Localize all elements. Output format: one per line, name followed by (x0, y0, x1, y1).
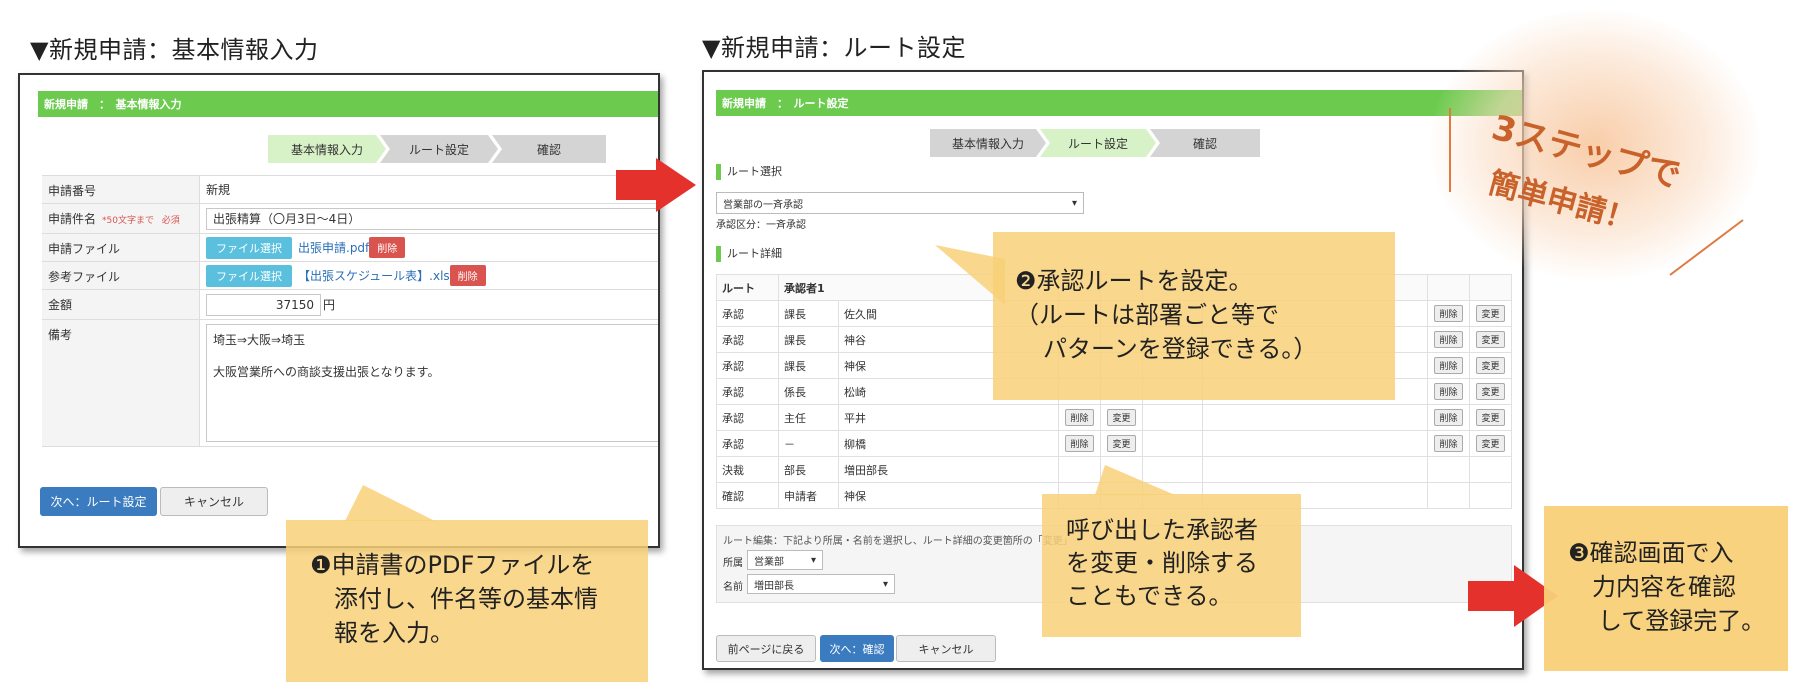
step-confirm: 確認 (492, 135, 606, 163)
amount-input[interactable]: 37150 (206, 293, 321, 316)
route-edit-note: ルート編集：下記より所属・名前を選択し、ルート詳細の変更箇所の「変更」 (723, 536, 1073, 547)
row-ref-file: 参考ファイル ファイル選択 【出張スケジュール表】.xls 削除 (42, 261, 658, 289)
file-delete-button[interactable]: 削除 (369, 237, 406, 258)
name-label: 名前 (723, 582, 743, 593)
ref-file-link[interactable]: 【出張スケジュール表】.xls (298, 267, 450, 284)
row-subject: 申請件名 *50文字まで 必須 出張精算（〇月3日〜4日） (42, 203, 658, 233)
note-2: ❷承認ルートを設定。 （ルートは部署ごと等で パターンを登録できる。） (993, 232, 1395, 400)
memo-line-1: 埼玉⇒大阪⇒埼玉 (213, 333, 306, 347)
dropdown-caret-icon: ▾ (1071, 197, 1077, 209)
note-4-number: ❸ (1568, 539, 1590, 567)
step-route: ルート設定 (380, 135, 498, 163)
note-3-pointer (1095, 465, 1175, 495)
next-route-button[interactable]: 次へ：ルート設定 (40, 487, 157, 516)
dept-select[interactable]: 営業部 ▾ (747, 550, 823, 570)
dropdown-caret-icon: ▾ (882, 578, 888, 590)
route-select-dropdown[interactable]: 営業部の一斉承認 ▾ (716, 192, 1084, 214)
row-file: 申請ファイル ファイル選択 出張申請.pdf 削除 (42, 233, 658, 261)
change-button[interactable]: 変更 (1476, 383, 1505, 400)
arrow-right-icon (616, 158, 696, 212)
note-4: ❸確認画面で入 力内容を確認 して登録完了。 (1544, 506, 1788, 671)
table-row: 承認 主任 平井 削除 変更 削除 変更 (716, 404, 1512, 431)
delete-button[interactable]: 削除 (1434, 357, 1463, 374)
change-button[interactable]: 変更 (1107, 409, 1136, 426)
delete-button[interactable]: 削除 (1434, 383, 1463, 400)
route-select-heading: ルート選択 (716, 164, 782, 180)
label-application-no: 申請番号 (42, 176, 200, 203)
delete-button[interactable]: 削除 (1065, 409, 1094, 426)
ref-file-delete-button[interactable]: 削除 (449, 265, 486, 286)
dept-label: 所属 (723, 558, 743, 569)
cancel-button[interactable]: キャンセル (160, 487, 268, 516)
step-route: ルート設定 (1040, 129, 1156, 157)
row-application-no: 申請番号 新規 (42, 175, 658, 203)
label-file: 申請ファイル (42, 234, 200, 261)
label-subject: 申請件名 (48, 212, 97, 226)
file-link[interactable]: 出張申請.pdf (298, 239, 369, 256)
delete-button[interactable]: 削除 (1065, 435, 1094, 452)
change-button[interactable]: 変更 (1476, 409, 1505, 426)
route-panel-header: 新規申請 ： ルート設定 (716, 90, 1522, 116)
change-button[interactable]: 変更 (1476, 331, 1505, 348)
name-select[interactable]: 増田部長 ▾ (747, 574, 895, 594)
delete-button[interactable]: 削除 (1434, 435, 1463, 452)
right-section-title: ▼新規申請：ルート設定 (702, 34, 966, 62)
ref-file-select-button[interactable]: ファイル選択 (206, 264, 292, 287)
next-confirm-button[interactable]: 次へ：確認 (820, 635, 894, 662)
note-1-number: ❶ (310, 551, 332, 579)
change-button[interactable]: 変更 (1476, 435, 1505, 452)
label-amount: 金額 (42, 290, 200, 319)
delete-button[interactable]: 削除 (1434, 331, 1463, 348)
change-button[interactable]: 変更 (1476, 357, 1505, 374)
dropdown-caret-icon: ▾ (810, 554, 816, 566)
step-basic-info: 基本情報入力 (930, 129, 1046, 157)
memo-line-2: 大阪営業所への商談支援出張となります。 (213, 365, 440, 379)
file-select-button[interactable]: ファイル選択 (206, 236, 292, 259)
note-2-number: ❷ (1015, 267, 1037, 295)
change-button[interactable]: 変更 (1107, 435, 1136, 452)
label-ref-file: 参考ファイル (42, 262, 200, 289)
subject-input[interactable]: 出張精算（〇月3日〜4日） (206, 207, 658, 230)
note-1: ❶申請書のPDFファイルを 添付し、件名等の基本情 報を入力。 (286, 520, 648, 682)
step-confirm: 確認 (1150, 129, 1260, 157)
panel-header: 新規申請 ： 基本情報入力 (38, 91, 658, 117)
label-memo: 備考 (42, 320, 200, 446)
application-no-value: 新規 (206, 183, 231, 197)
note-1-pointer (345, 485, 435, 521)
change-button[interactable]: 変更 (1476, 305, 1505, 322)
left-section-title: ▼新規申請：基本情報入力 (30, 36, 319, 64)
row-amount: 金額 37150 円 (42, 289, 658, 319)
delete-button[interactable]: 削除 (1434, 409, 1463, 426)
route-detail-heading: ルート詳細 (716, 246, 782, 262)
table-row: 承認－柳橋 削除 変更 削除 変更 (716, 430, 1512, 457)
col-route: ルート (716, 274, 779, 301)
cancel-button[interactable]: キャンセル (896, 635, 996, 662)
required-badge: 必須 (161, 216, 180, 226)
note-3: 呼び出した承認者 を変更・削除する こともできる。 (1042, 494, 1301, 637)
delete-button[interactable]: 削除 (1434, 305, 1463, 322)
subject-hint: *50文字まで (102, 216, 154, 226)
amount-unit: 円 (323, 298, 336, 312)
step-basic-info: 基本情報入力 (268, 135, 386, 163)
back-button[interactable]: 前ページに戻る (716, 635, 816, 662)
row-memo: 備考 埼玉⇒大阪⇒埼玉 大阪営業所への商談支援出張となります。 (42, 319, 658, 447)
basic-info-panel: 新規申請 ： 基本情報入力 基本情報入力 ルート設定 確認 申請番号 新規 申請… (18, 73, 660, 548)
approval-type-text: 承認区分：一斉承認 (716, 220, 806, 231)
memo-textarea[interactable]: 埼玉⇒大阪⇒埼玉 大阪営業所への商談支援出張となります。 (206, 324, 658, 442)
